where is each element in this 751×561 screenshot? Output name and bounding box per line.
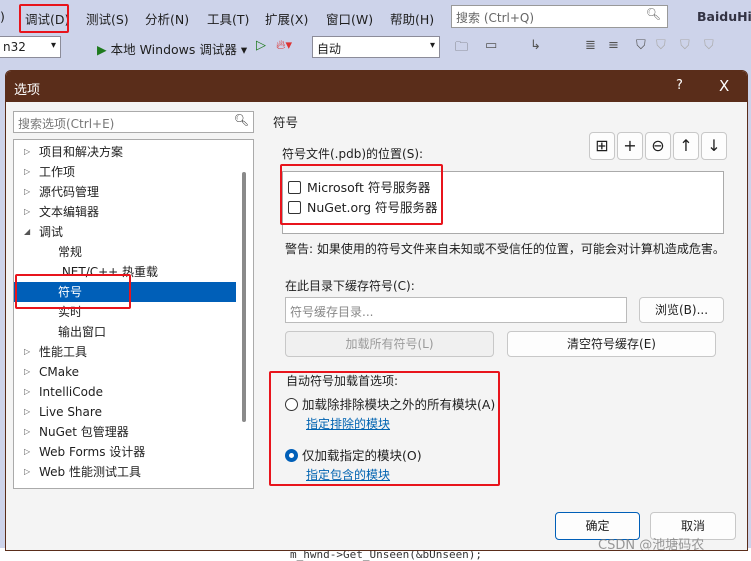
tree-item-label: Web 性能测试工具 [39,465,141,479]
hot-reload-icon[interactable]: 🔥︎▾ [276,38,292,53]
options-dialog: 选项 ? X 搜索选项(Ctrl+E) 🔍︎ ▷ 项目和解决方案 ▷ 工作项 ▷ 源代码管理… [5,70,748,551]
menu-test[interactable]: 测试(S) [86,9,129,28]
tree-item-label: 文本编辑器 [39,205,100,219]
window-icon[interactable]: ▭ [485,38,497,53]
search-input[interactable]: 搜索 (Ctrl+Q) 🔍︎ [451,5,668,28]
warning-text: 警告: 如果使用的符号文件来自未知或不受信任的位置，可能会对计算机造成危害。 [285,242,725,256]
comment-icon[interactable]: ≡ [608,38,619,53]
menu-item[interactable]: ) [0,9,5,24]
tree-item-label: Web Forms 设计器 [39,445,146,459]
tree-item[interactable]: ▷ 文本编辑器 [14,202,236,222]
options-tree: ▷ 项目和解决方案 ▷ 工作项 ▷ 源代码管理 ▷ 文本编辑器 ◢ 调试 常规 .NET/C++ 热重… [13,139,254,489]
tree-item[interactable]: ◢ 调试 [14,222,236,242]
tree-item-label: NuGet 包管理器 [39,425,129,439]
expand-arrow-icon[interactable]: ▷ [24,202,30,222]
tree-item[interactable]: ▷ 性能工具 [14,342,236,362]
clear-bookmark-icon[interactable]: ⛉ [704,38,714,53]
expand-arrow-icon[interactable]: ▷ [24,162,30,182]
move-up-icon[interactable]: ↑ [673,132,699,160]
solution-name: BaiduHi8 [697,9,751,24]
search-placeholder: 搜索 (Ctrl+Q) [456,11,535,25]
step-icon[interactable]: ↳ [530,38,541,53]
expand-arrow-icon[interactable]: ▷ [24,182,30,202]
cache-placeholder: 符号缓存目录... [290,305,374,319]
menu-window[interactable]: 窗口(W) [326,9,373,28]
tree-item-label: 性能工具 [39,345,88,359]
tree-scrollbar[interactable] [242,172,246,422]
tree-item-label: 常规 [58,245,83,259]
tree-item[interactable]: ▷ NuGet 包管理器 [14,422,236,442]
tree-item-label: IntelliCode [39,385,103,399]
run-label: 本地 Windows 调试器 [110,42,237,57]
menu-tools[interactable]: 工具(T) [207,9,249,28]
prev-bookmark-icon[interactable]: ⛉ [656,38,666,53]
tree-item[interactable]: ▷ 源代码管理 [14,182,236,202]
expand-arrow-icon[interactable]: ◢ [24,222,30,242]
highlight-box [15,274,131,309]
locations-label: 符号文件(.pdb)的位置(S): [282,147,424,161]
expand-arrow-icon[interactable]: ▷ [24,442,30,462]
tree-item-label: 项目和解决方案 [39,145,124,159]
start-without-debug-icon[interactable]: ▷ [256,38,266,53]
dialog-title: 选项 [14,83,41,98]
remove-icon[interactable]: ⊖ [645,132,671,160]
plus-icon[interactable]: + [617,132,643,160]
tree-item-label: 输出窗口 [58,325,107,339]
add-location-icon[interactable]: ⊞ [589,132,615,160]
tree-item[interactable]: 常规 [14,242,236,262]
tree-item-label: 工作项 [39,165,76,179]
expand-arrow-icon[interactable]: ▷ [24,362,30,382]
menu-help[interactable]: 帮助(H) [390,9,434,28]
help-button[interactable]: ? [676,78,683,93]
move-down-icon[interactable]: ↓ [701,132,727,160]
load-all-button[interactable]: 加载所有符号(L) [285,331,494,357]
platform-value: n32 [3,40,26,54]
expand-arrow-icon[interactable]: ▷ [24,342,30,362]
options-search-input[interactable]: 搜索选项(Ctrl+E) 🔍︎ [13,111,254,133]
expand-arrow-icon[interactable]: ▷ [24,402,30,422]
tree-item-label: 调试 [39,225,64,239]
highlight-box [269,371,500,486]
tree-item[interactable]: ▷ Web 性能测试工具 [14,462,236,482]
highlight-box [280,164,443,225]
tree-item-label: Live Share [39,405,102,419]
search-icon: 🔍︎ [645,7,661,21]
watermark: CSDN @池塘码农 [598,538,705,551]
start-debug-button[interactable]: ▶ 本地 Windows 调试器 ▾ [97,39,247,58]
expand-arrow-icon[interactable]: ▷ [24,422,30,442]
next-bookmark-icon[interactable]: ⛉ [680,38,690,53]
options-search-placeholder: 搜索选项(Ctrl+E) [18,117,115,131]
clear-cache-button[interactable]: 清空符号缓存(E) [507,331,716,357]
close-button[interactable]: X [719,77,729,95]
cache-label: 在此目录下缓存符号(C): [285,279,415,293]
expand-arrow-icon[interactable]: ▷ [24,462,30,482]
tree-item[interactable]: ▷ IntelliCode [14,382,236,402]
indent-icon[interactable]: ≣ [585,38,596,53]
config-combo[interactable]: 自动 [312,36,440,58]
platform-combo[interactable]: n32 [0,36,61,58]
tree-item[interactable]: ▷ Web Forms 设计器 [14,442,236,462]
tree-item-label: CMake [39,365,79,379]
cache-dir-input[interactable]: 符号缓存目录... [285,297,627,323]
tree-item[interactable]: ▷ Live Share [14,402,236,422]
tree-item[interactable]: ▷ 工作项 [14,162,236,182]
search-icon: 🔍︎ [233,113,249,127]
tree-item[interactable]: ▷ 项目和解决方案 [14,142,236,162]
expand-arrow-icon[interactable]: ▷ [24,382,30,402]
play-icon: ▶ [97,42,107,57]
folder-icon[interactable]: 🗀 [455,38,468,60]
bookmark-icon[interactable]: ⛉ [636,38,646,53]
browse-button[interactable]: 浏览(B)... [639,297,724,323]
menu-analyze[interactable]: 分析(N) [145,9,189,28]
tree-item[interactable]: ▷ CMake [14,362,236,382]
highlight-box [19,4,69,33]
menu-extensions[interactable]: 扩展(X) [265,9,308,28]
config-value: 自动 [317,42,342,56]
section-title: 符号 [273,115,299,130]
tree-item-label: 源代码管理 [39,185,100,199]
tree-item[interactable]: 输出窗口 [14,322,236,342]
dialog-titlebar: 选项 ? X [6,71,747,102]
expand-arrow-icon[interactable]: ▷ [24,142,30,162]
